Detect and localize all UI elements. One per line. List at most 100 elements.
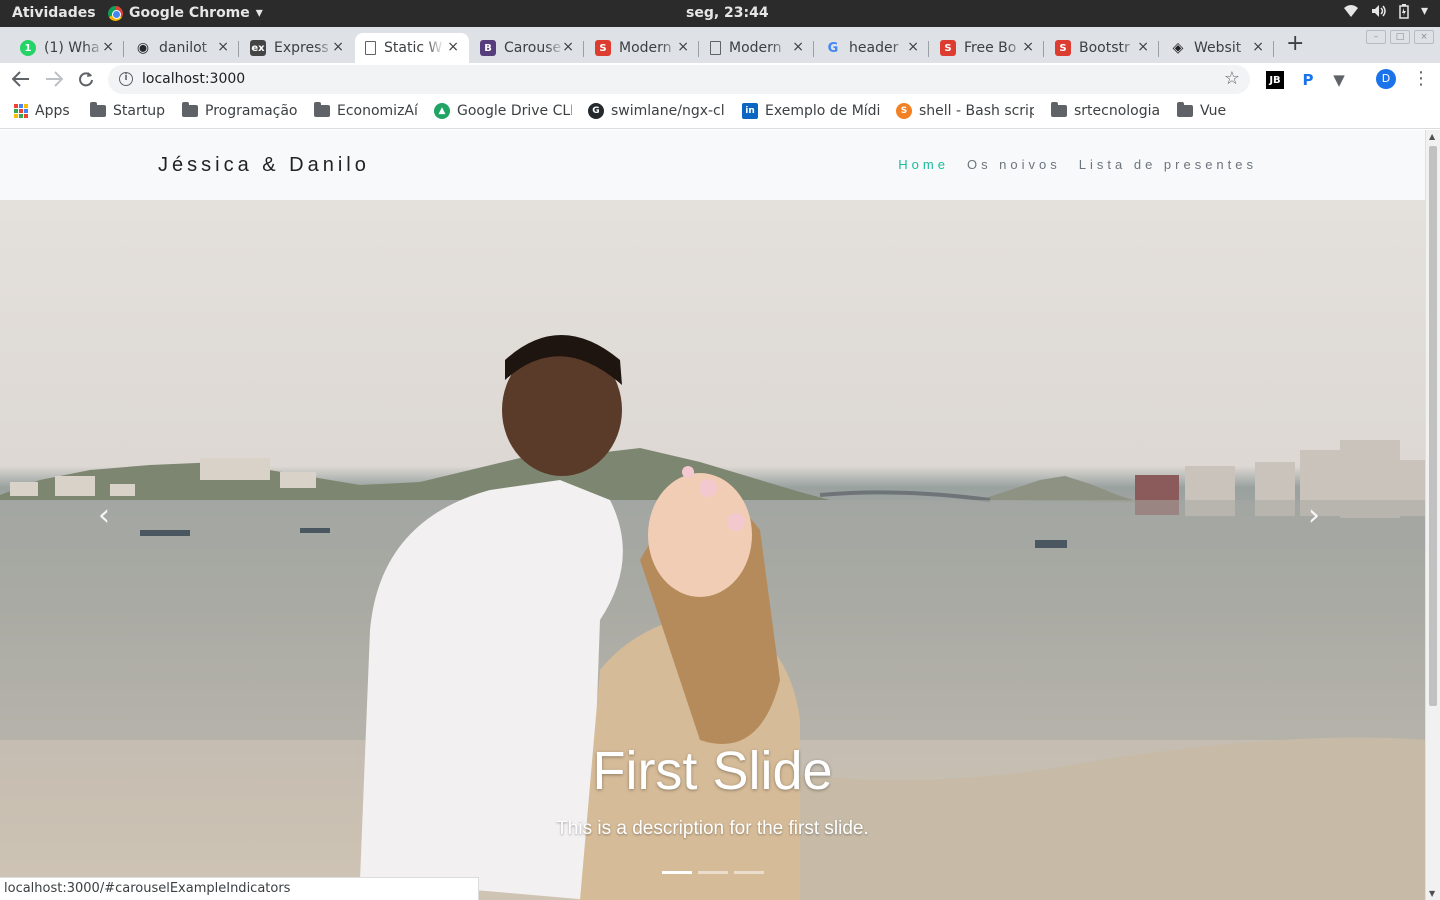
nav-link-home[interactable]: Home [898, 157, 949, 172]
wifi-icon [1343, 5, 1358, 17]
codepen-icon: ◈ [1172, 40, 1184, 56]
browser-tab[interactable]: Modern × [700, 33, 814, 63]
drive-icon: ▲ [434, 103, 450, 119]
bookmark-star-icon[interactable]: ☆ [1224, 68, 1240, 89]
new-tab-button[interactable]: + [1286, 31, 1304, 56]
close-tab-icon[interactable]: × [447, 39, 459, 55]
browser-tab[interactable]: ex Express × [240, 33, 354, 63]
apps-grid-icon [14, 104, 28, 118]
browser-tab[interactable]: B Carouse × [470, 33, 584, 63]
browser-tab[interactable]: Gheader × [815, 33, 929, 63]
bookmark-item[interactable]: Vue [1177, 102, 1226, 119]
slide-title: First Slide [592, 741, 833, 801]
close-tab-icon[interactable]: × [332, 39, 344, 55]
bookmark-item[interactable]: srtecnologia [1051, 102, 1161, 119]
express-icon: ex [250, 40, 266, 56]
system-top-bar: Atividades Google Chrome ▾ seg, 23:44 ▾ [0, 0, 1440, 27]
maximize-button[interactable]: □ [1390, 30, 1410, 44]
folder-icon [314, 102, 330, 117]
scrollbar-thumb[interactable] [1429, 146, 1437, 706]
nav-link-os-noivos[interactable]: Os noivos [967, 157, 1061, 172]
carousel-next-icon[interactable]: › [1308, 498, 1320, 533]
forward-icon[interactable] [45, 71, 63, 87]
profile-avatar[interactable]: D [1376, 69, 1396, 89]
carousel-indicator[interactable] [662, 871, 692, 874]
browser-tab[interactable]: 1 (1) Wha × [10, 33, 124, 63]
browser-toolbar: i localhost:3000 ☆ JB P ▼ D ⋮ [0, 63, 1440, 96]
github-icon: G [588, 103, 604, 119]
window-controls: – □ × [1366, 30, 1434, 44]
startbootstrap-icon: S [1055, 40, 1071, 56]
nav-link-lista-de-presentes[interactable]: Lista de presentes [1079, 157, 1257, 172]
github-icon: ◉ [136, 40, 150, 56]
bookmark-item[interactable]: Sshell - Bash scrip [896, 103, 1034, 119]
bookmark-label: Startup [113, 103, 165, 119]
browser-tab-title: Bootstr [1079, 40, 1130, 56]
bookmark-item[interactable]: Programação [182, 102, 297, 119]
carousel-prev-icon[interactable]: ‹ [98, 498, 110, 533]
volume-icon [1371, 5, 1386, 17]
system-clock[interactable]: seg, 23:44 [686, 5, 769, 21]
browser-tab[interactable]: ◈ Websit × [1160, 33, 1274, 63]
startbootstrap-icon: S [940, 40, 956, 56]
scroll-down-icon[interactable]: ▼ [1429, 889, 1435, 898]
linkedin-icon: in [742, 103, 758, 119]
close-tab-icon[interactable]: × [1022, 39, 1034, 55]
browser-tab[interactable]: ◉ danilot × [125, 33, 239, 63]
close-tab-icon[interactable]: × [677, 39, 689, 55]
folder-icon [1177, 102, 1193, 117]
scroll-up-icon[interactable]: ▲ [1429, 132, 1435, 141]
close-tab-icon[interactable]: × [907, 39, 919, 55]
browser-tab[interactable]: S Modern × [585, 33, 699, 63]
close-tab-icon[interactable]: × [1137, 39, 1149, 55]
chrome-menu-icon[interactable]: ⋮ [1412, 68, 1430, 89]
chevron-down-icon: ▾ [255, 5, 263, 21]
bookmark-label: Programação [205, 103, 297, 119]
bookmark-item[interactable]: Gswimlane/ngx-cl [588, 103, 725, 119]
address-bar[interactable]: i localhost:3000 ☆ [108, 65, 1250, 94]
site-brand[interactable]: Jéssica & Danilo [158, 154, 370, 177]
site-info-icon[interactable]: i [119, 72, 133, 86]
system-tray[interactable]: ▾ [1343, 3, 1428, 19]
close-tab-icon[interactable]: × [1252, 39, 1264, 55]
browser-tab-title: Carouse [504, 40, 562, 56]
battery-icon [1399, 3, 1409, 19]
browser-tab[interactable]: S Bootstr × [1045, 33, 1159, 63]
browser-tab-title: Modern [619, 40, 672, 56]
vue-devtools-extension-icon[interactable]: ▼ [1330, 71, 1348, 89]
close-tab-icon[interactable]: × [217, 39, 229, 55]
close-window-button[interactable]: × [1414, 30, 1434, 44]
address-bar-url[interactable]: localhost:3000 [142, 71, 245, 87]
bookmark-item[interactable]: ▲ Google Drive CLI [434, 103, 572, 119]
bookmark-label: srtecnologia [1074, 103, 1161, 119]
minimize-button[interactable]: – [1366, 30, 1386, 44]
chrome-icon [108, 5, 123, 21]
folder-icon [90, 102, 106, 117]
close-tab-icon[interactable]: × [562, 39, 574, 55]
close-tab-icon[interactable]: × [792, 39, 804, 55]
close-tab-icon[interactable]: × [102, 39, 114, 55]
activities-button[interactable]: Atividades [12, 5, 96, 21]
pushbullet-extension-icon[interactable]: P [1299, 71, 1317, 89]
page-icon [710, 41, 721, 55]
carousel-indicator[interactable] [698, 871, 728, 874]
jetbrains-extension-icon[interactable]: JB [1266, 71, 1284, 89]
tab-separator [238, 41, 239, 57]
app-menu-label: Google Chrome [129, 5, 250, 21]
app-menu[interactable]: Google Chrome ▾ [108, 5, 263, 21]
bookmark-item[interactable]: Startup [90, 102, 165, 119]
page-scrollbar[interactable]: ▲ ▼ [1425, 130, 1440, 900]
browser-tab[interactable]: S Free Bo × [930, 33, 1044, 63]
folder-icon [182, 102, 198, 117]
reload-icon[interactable] [78, 71, 94, 87]
startbootstrap-icon: S [595, 40, 611, 56]
whatsapp-icon: 1 [20, 40, 36, 56]
bookmark-item[interactable]: in Exemplo de Mídi [742, 103, 880, 119]
browser-tab-title: Websit [1194, 40, 1242, 56]
bookmark-item[interactable]: EconomizAí [314, 102, 418, 119]
back-icon[interactable] [12, 71, 30, 87]
bookmark-item[interactable]: Apps [14, 103, 70, 119]
browser-tab[interactable]: Static W × [355, 33, 469, 63]
browser-tab-title: (1) Wha [44, 40, 100, 56]
carousel-indicator[interactable] [734, 871, 764, 874]
